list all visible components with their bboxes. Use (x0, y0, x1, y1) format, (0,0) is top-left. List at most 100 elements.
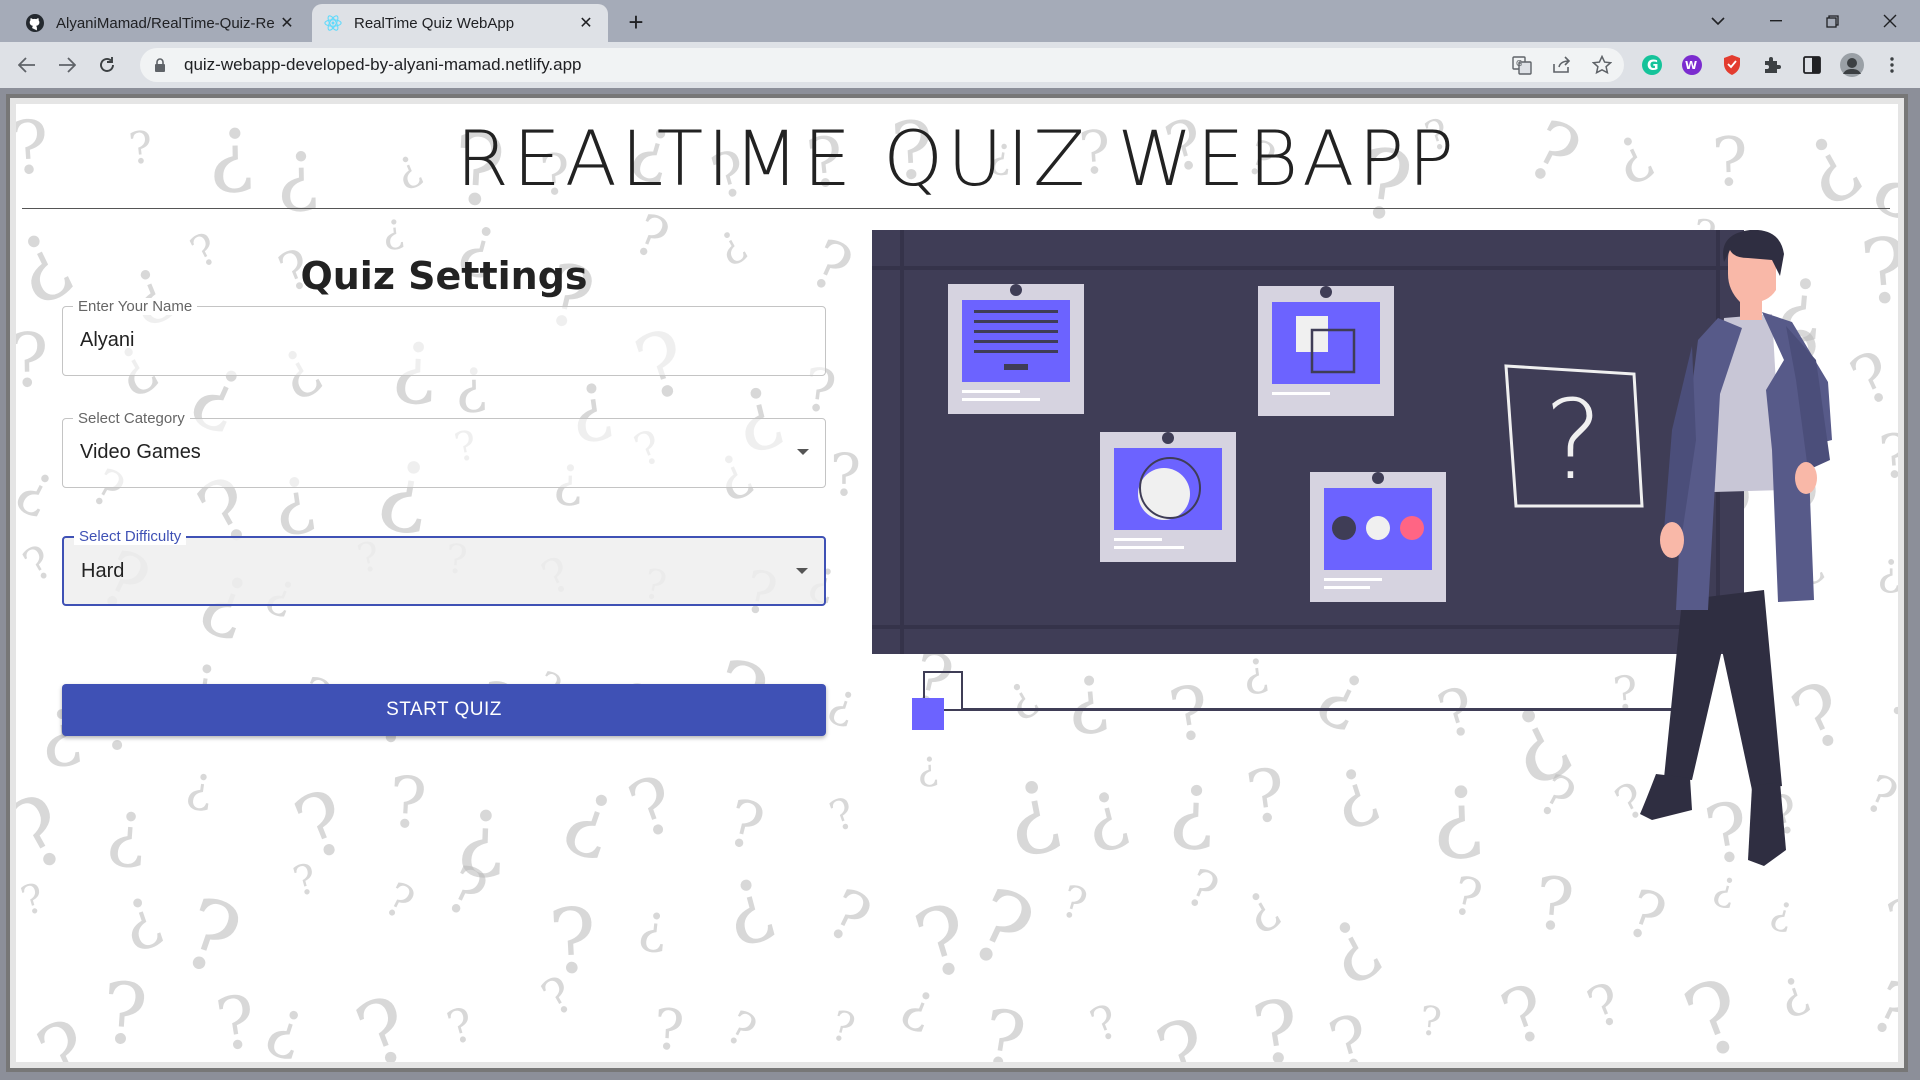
restore-icon[interactable] (1804, 0, 1860, 42)
svg-text:W: W (1685, 59, 1697, 72)
start-quiz-button[interactable]: START QUIZ (62, 684, 826, 736)
question-mark-glyph: ¿ (183, 754, 218, 815)
question-mark-glyph: ? (1490, 966, 1559, 1062)
minimize-icon[interactable] (1748, 0, 1804, 42)
name-input[interactable]: Enter Your Name Alyani (62, 298, 826, 376)
url-text: quiz-webapp-developed-by-alyani-mamad.ne… (184, 55, 582, 74)
question-mark-glyph: ¿ (554, 757, 632, 867)
title-divider (22, 208, 1890, 209)
question-mark-glyph: ? (823, 787, 862, 842)
react-icon (324, 14, 342, 32)
grammarly-icon[interactable]: G (1640, 53, 1664, 77)
question-mark-glyph: ¿ (710, 845, 781, 954)
tab-strip: AlyaniMamad/RealTime-Quiz-Re ✕ RealTime … (0, 0, 1920, 42)
question-mark-glyph: ? (1418, 998, 1444, 1046)
close-tab-icon[interactable]: ✕ (576, 13, 596, 33)
close-window-icon[interactable] (1862, 0, 1918, 42)
question-mark-glyph: ¿ (16, 447, 68, 523)
app-title: REALTIME QUIZ WEBAPP (456, 114, 1458, 203)
question-mark-glyph: ? (546, 887, 600, 995)
lock-icon[interactable] (154, 57, 170, 73)
question-mark-glyph: ? (343, 975, 425, 1062)
extensions-puzzle-icon[interactable] (1760, 53, 1784, 77)
circle-card-graphic (1100, 432, 1236, 562)
tab-search-icon[interactable] (1690, 0, 1746, 42)
difficulty-select-value: Hard (81, 560, 125, 582)
shapes-card-graphic (1258, 286, 1394, 416)
question-mark-glyph: ? (618, 759, 688, 858)
forward-icon[interactable] (52, 50, 82, 80)
translate-icon[interactable]: G (1508, 51, 1536, 79)
svg-text:G: G (1647, 58, 1659, 74)
question-mark-glyph: ? (1578, 970, 1632, 1043)
question-mark-glyph: ¿ (455, 776, 508, 883)
browser-viewport: ??¿¿¿??¿???¿??????¿?¿¿¿¿??¿¿??¿?????????… (0, 88, 1920, 1080)
question-mark-glyph: ? (532, 965, 584, 1028)
settings-heading: Quiz Settings (300, 254, 588, 298)
tab-quiz-webapp[interactable]: RealTime Quiz WebApp ✕ (312, 4, 608, 42)
tab-title: AlyaniMamad/RealTime-Quiz-Re (56, 14, 275, 32)
dropdown-arrow-icon[interactable] (796, 568, 808, 574)
back-icon[interactable] (12, 50, 42, 80)
dropdown-arrow-icon[interactable] (797, 449, 809, 455)
address-bar[interactable]: quiz-webapp-developed-by-alyani-mamad.ne… (140, 48, 1624, 82)
question-mark-glyph: ? (441, 996, 480, 1056)
question-mark-glyph: ? (376, 871, 423, 931)
question-mark-glyph: ? (1670, 957, 1761, 1062)
question-mark-glyph: ? (288, 853, 322, 907)
page-frame: ??¿¿¿??¿???¿??????¿?¿¿¿¿??¿¿??¿?????????… (6, 94, 1908, 1072)
document-card-graphic (948, 284, 1084, 414)
question-mark-glyph: ? (16, 534, 62, 593)
difficulty-select[interactable]: Select Difficulty Hard (62, 528, 826, 606)
brave-shield-icon[interactable] (1720, 53, 1744, 77)
question-mark-glyph: ¿ (108, 871, 169, 958)
question-mark-glyph: ? (281, 771, 363, 881)
question-mark-glyph: ¿ (379, 205, 406, 253)
share-icon[interactable] (1548, 51, 1576, 79)
rail-graphic (912, 671, 1674, 730)
question-mark-glyph: ¿ (259, 983, 316, 1062)
question-mark-glyph: ¿ (895, 967, 946, 1038)
quiz-illustration: ? (872, 230, 1832, 866)
side-panel-icon[interactable] (1800, 53, 1824, 77)
category-select-label: Select Category (73, 410, 190, 427)
question-mark-glyph: ? (1320, 998, 1380, 1062)
profile-avatar[interactable] (1840, 53, 1864, 77)
bookmark-star-icon[interactable] (1588, 51, 1616, 79)
github-icon (26, 14, 44, 32)
question-mark-glyph: ? (1082, 993, 1126, 1053)
dots-card-graphic (1310, 472, 1446, 602)
question-mark-glyph: ¿ (823, 671, 865, 732)
question-mark-glyph: ? (168, 875, 254, 999)
tab-github[interactable]: AlyaniMamad/RealTime-Quiz-Re ✕ (14, 4, 309, 42)
question-mark-glyph: ? (433, 851, 498, 934)
new-tab-icon[interactable]: + (622, 7, 650, 37)
question-mark-glyph: ? (717, 999, 765, 1059)
svg-text:G: G (1516, 59, 1522, 68)
question-mark-glyph: ? (1880, 883, 1898, 962)
question-mark-glyph: ? (830, 441, 862, 509)
reload-icon[interactable] (92, 50, 122, 80)
question-mark-glyph: ? (976, 993, 1032, 1062)
question-mark-glyph: ¿ (635, 892, 671, 957)
extension-w-icon[interactable]: W (1680, 53, 1704, 77)
browser-toolbar: quiz-webapp-developed-by-alyani-mamad.ne… (0, 42, 1920, 88)
question-mark-glyph: ? (1246, 981, 1308, 1062)
difficulty-select-label: Select Difficulty (74, 528, 187, 545)
question-mark-glyph: ? (98, 963, 151, 1062)
question-mark-glyph: ? (652, 997, 686, 1062)
question-mark-glyph: ? (210, 978, 262, 1062)
close-tab-icon[interactable]: ✕ (277, 13, 297, 33)
more-menu-icon[interactable] (1880, 53, 1904, 77)
name-input-value[interactable]: Alyani (80, 329, 134, 352)
question-mark-glyph: ¿ (104, 783, 150, 873)
question-mark-glyph: ? (16, 317, 50, 405)
category-select[interactable]: Select Category Video Games (62, 410, 826, 488)
tab-title: RealTime Quiz WebApp (354, 14, 515, 32)
name-input-label: Enter Your Name (73, 298, 198, 315)
question-mark-glyph: ? (16, 773, 88, 895)
question-mark-glyph: ? (23, 1000, 106, 1062)
question-mark-glyph: ? (719, 785, 771, 867)
page-content: ??¿¿¿??¿???¿??????¿?¿¿¿¿??¿¿??¿?????????… (16, 104, 1898, 1062)
svg-text:?: ? (1544, 376, 1602, 504)
